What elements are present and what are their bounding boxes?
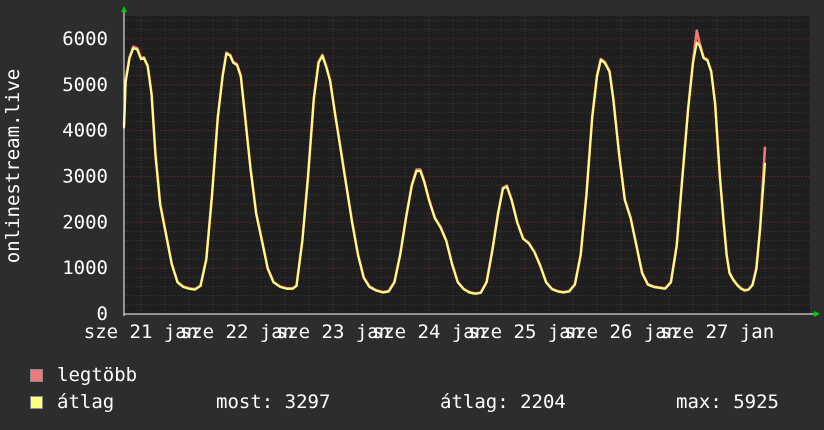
y-tick-labels: 0100020003000400050006000 — [62, 28, 108, 325]
y-tick-label: 4000 — [62, 120, 108, 142]
chart: 0100020003000400050006000 sze 21 jansze … — [2, 6, 820, 343]
legend-max: legtöbb — [30, 364, 137, 386]
stat-max: max: 5925 — [676, 391, 779, 413]
y-axis-label: onlinestream.live — [2, 69, 24, 263]
y-tick-label: 5000 — [62, 74, 108, 96]
stat-average: átlag: 2204 — [440, 391, 566, 413]
x-tick-labels: sze 21 jansze 22 jansze 23 jansze 24 jan… — [84, 321, 774, 343]
y-tick-label: 3000 — [62, 165, 108, 187]
y-axis-arrow — [121, 6, 127, 12]
y-tick-label: 6000 — [62, 28, 108, 50]
legend-max-swatch — [30, 368, 43, 382]
y-tick-label: 2000 — [62, 211, 108, 233]
legend-avg-swatch — [30, 395, 43, 409]
x-axis-arrow — [814, 311, 820, 317]
stat-now: most: 3297 — [216, 391, 331, 413]
legend-avg: átlag — [30, 391, 114, 413]
y-tick-label: 1000 — [62, 257, 108, 279]
legend-max-label: legtöbb — [57, 364, 138, 386]
x-tick-label: sze 27 jan — [660, 321, 774, 343]
legend-avg-label: átlag — [57, 391, 115, 413]
